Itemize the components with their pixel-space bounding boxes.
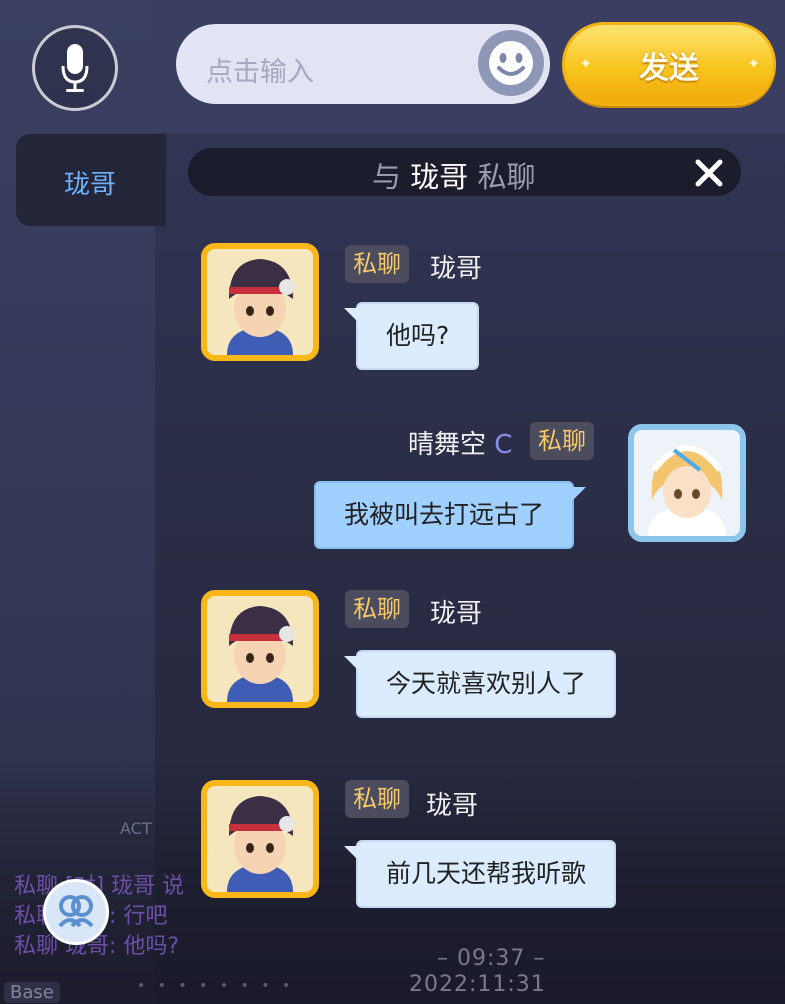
message-bubble-mine: 我被叫去打远古了 (314, 481, 587, 549)
girl-avatar-icon (634, 430, 740, 536)
boy-avatar-icon (207, 786, 313, 892)
sender-name[interactable]: 珑哥 (430, 248, 482, 285)
boy-avatar-icon (207, 596, 313, 702)
emoji-button[interactable] (478, 30, 544, 96)
avatar-self[interactable] (628, 424, 746, 542)
close-icon (695, 159, 723, 187)
message-bubble: 前几天还帮我听歌 (343, 840, 617, 908)
boy-avatar-icon (207, 249, 313, 355)
private-chat-tag: 私聊 (345, 780, 409, 818)
base-label: Base (4, 982, 60, 1003)
sender-name-text: 晴舞空 (408, 430, 487, 460)
smiley-icon (489, 41, 533, 85)
voice-button[interactable] (32, 25, 118, 111)
contact-item-longge[interactable]: 珑哥 (16, 134, 166, 226)
act-button: ACT (92, 785, 164, 841)
clock-time: – 09:37 – (437, 946, 546, 971)
message-bubble: 他吗? (343, 302, 480, 370)
clock-time-text: 09:37 (457, 946, 526, 971)
chat-title: 与 珑哥 私聊 (372, 154, 535, 196)
send-button[interactable]: 发送 ✦ ✦ (562, 22, 776, 106)
avatar-longge[interactable] (201, 780, 319, 898)
sender-name[interactable]: 珑哥 (430, 593, 482, 630)
microphone-icon (61, 44, 89, 92)
act-label: ACT (120, 819, 152, 838)
contact-label: 珑哥 (64, 170, 117, 200)
chat-title-name: 珑哥 (410, 160, 469, 194)
sender-badge: C (494, 430, 513, 460)
avatar-longge[interactable] (201, 590, 319, 708)
close-button[interactable] (690, 154, 728, 192)
chat-title-prefix: 与 (372, 160, 402, 194)
avatar-longge[interactable] (201, 243, 319, 361)
clock-date: 2022:11:31 (409, 972, 546, 997)
sender-name[interactable]: 晴舞空 C (408, 424, 512, 461)
send-button-label: 发送 (639, 51, 699, 86)
sparkle-icon: ✦ (747, 54, 761, 73)
sparkle-icon: ✦ (579, 54, 593, 73)
chat-header: 与 珑哥 私聊 (188, 148, 741, 196)
private-chat-tag: 私聊 (345, 590, 409, 628)
private-chat-tag: 私聊 (345, 245, 409, 283)
chat-title-suffix: 私聊 (477, 160, 536, 194)
chat-input-placeholder: 点击输入 (206, 57, 314, 88)
sender-name[interactable]: 珑哥 (426, 785, 478, 822)
message-bubble: 今天就喜欢别人了 (343, 650, 617, 718)
private-chat-tag: 私聊 (530, 422, 594, 460)
page-dots: • • • • • • • • (137, 978, 295, 994)
friends-icon (58, 895, 94, 928)
friends-button[interactable] (43, 879, 109, 945)
